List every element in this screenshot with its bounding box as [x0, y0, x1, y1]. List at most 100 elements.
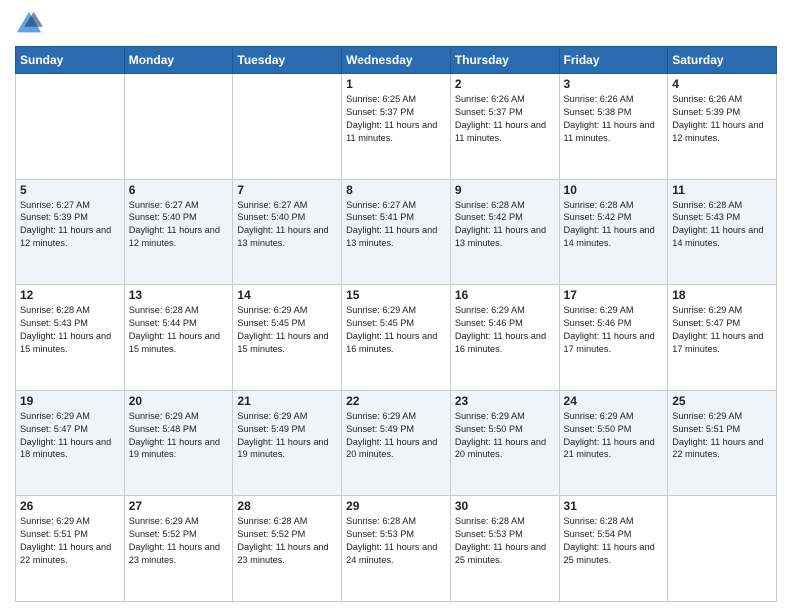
day-info: Sunrise: 6:29 AMSunset: 5:48 PMDaylight:…: [129, 410, 229, 462]
day-number: 23: [455, 394, 555, 408]
day-number: 30: [455, 499, 555, 513]
calendar-cell: 18 Sunrise: 6:29 AMSunset: 5:47 PMDayligh…: [668, 285, 777, 391]
calendar-cell: [124, 74, 233, 180]
day-info: Sunrise: 6:29 AMSunset: 5:47 PMDaylight:…: [20, 410, 120, 462]
day-number: 17: [564, 288, 664, 302]
calendar-cell: 12 Sunrise: 6:28 AMSunset: 5:43 PMDayligh…: [16, 285, 125, 391]
calendar-cell: 7 Sunrise: 6:27 AMSunset: 5:40 PMDaylight…: [233, 179, 342, 285]
calendar-cell: 14 Sunrise: 6:29 AMSunset: 5:45 PMDayligh…: [233, 285, 342, 391]
day-info: Sunrise: 6:28 AMSunset: 5:53 PMDaylight:…: [346, 515, 446, 567]
day-number: 18: [672, 288, 772, 302]
day-number: 22: [346, 394, 446, 408]
day-info: Sunrise: 6:28 AMSunset: 5:43 PMDaylight:…: [20, 304, 120, 356]
calendar-cell: [233, 74, 342, 180]
day-info: Sunrise: 6:29 AMSunset: 5:45 PMDaylight:…: [346, 304, 446, 356]
weekday-header-sunday: Sunday: [16, 47, 125, 74]
calendar-cell: 21Sunrise: 6:29 AMSunset: 5:49 PMDayligh…: [233, 390, 342, 496]
day-info: Sunrise: 6:27 AMSunset: 5:41 PMDaylight:…: [346, 199, 446, 251]
logo-icon: [15, 10, 43, 38]
calendar-cell: 29 Sunrise: 6:28 AMSunset: 5:53 PMDayligh…: [342, 496, 451, 602]
day-info: Sunrise: 6:28 AMSunset: 5:53 PMDaylight:…: [455, 515, 555, 567]
day-number: 26: [20, 499, 120, 513]
calendar-cell: 30 Sunrise: 6:28 AMSunset: 5:53 PMDayligh…: [450, 496, 559, 602]
day-info: Sunrise: 6:29 AMSunset: 5:52 PMDaylight:…: [129, 515, 229, 567]
calendar-header-row: SundayMondayTuesdayWednesdayThursdayFrid…: [16, 47, 777, 74]
day-number: 25: [672, 394, 772, 408]
calendar-week-row: 1 Sunrise: 6:25 AMSunset: 5:37 PMDaylight…: [16, 74, 777, 180]
weekday-header-thursday: Thursday: [450, 47, 559, 74]
calendar-cell: 2 Sunrise: 6:26 AMSunset: 5:37 PMDaylight…: [450, 74, 559, 180]
page: SundayMondayTuesdayWednesdayThursdayFrid…: [0, 0, 792, 612]
calendar-cell: 6Sunrise: 6:27 AMSunset: 5:40 PMDaylight…: [124, 179, 233, 285]
day-info: Sunrise: 6:29 AMSunset: 5:51 PMDaylight:…: [20, 515, 120, 567]
day-number: 3: [564, 77, 664, 91]
calendar-cell: 13 Sunrise: 6:28 AMSunset: 5:44 PMDayligh…: [124, 285, 233, 391]
day-info: Sunrise: 6:29 AMSunset: 5:50 PMDaylight:…: [455, 410, 555, 462]
calendar-cell: 24 Sunrise: 6:29 AMSunset: 5:50 PMDayligh…: [559, 390, 668, 496]
day-info: Sunrise: 6:27 AMSunset: 5:40 PMDaylight:…: [237, 199, 337, 251]
calendar-week-row: 12 Sunrise: 6:28 AMSunset: 5:43 PMDayligh…: [16, 285, 777, 391]
day-number: 5: [20, 183, 120, 197]
day-info: Sunrise: 6:26 AMSunset: 5:37 PMDaylight:…: [455, 93, 555, 145]
calendar-cell: 4 Sunrise: 6:26 AMSunset: 5:39 PMDaylight…: [668, 74, 777, 180]
calendar-cell: 3 Sunrise: 6:26 AMSunset: 5:38 PMDaylight…: [559, 74, 668, 180]
day-info: Sunrise: 6:29 AMSunset: 5:45 PMDaylight:…: [237, 304, 337, 356]
calendar-cell: 27 Sunrise: 6:29 AMSunset: 5:52 PMDayligh…: [124, 496, 233, 602]
day-number: 14: [237, 288, 337, 302]
day-info: Sunrise: 6:29 AMSunset: 5:49 PMDaylight:…: [346, 410, 446, 462]
calendar-cell: 16Sunrise: 6:29 AMSunset: 5:46 PMDayligh…: [450, 285, 559, 391]
day-number: 2: [455, 77, 555, 91]
day-number: 12: [20, 288, 120, 302]
weekday-header-monday: Monday: [124, 47, 233, 74]
calendar-cell: 25Sunrise: 6:29 AMSunset: 5:51 PMDayligh…: [668, 390, 777, 496]
calendar-cell: 20 Sunrise: 6:29 AMSunset: 5:48 PMDayligh…: [124, 390, 233, 496]
day-number: 19: [20, 394, 120, 408]
header: [15, 10, 777, 38]
day-info: Sunrise: 6:28 AMSunset: 5:54 PMDaylight:…: [564, 515, 664, 567]
day-number: 16: [455, 288, 555, 302]
day-number: 28: [237, 499, 337, 513]
day-number: 4: [672, 77, 772, 91]
day-info: Sunrise: 6:26 AMSunset: 5:39 PMDaylight:…: [672, 93, 772, 145]
calendar-cell: [668, 496, 777, 602]
calendar-table: SundayMondayTuesdayWednesdayThursdayFrid…: [15, 46, 777, 602]
weekday-header-saturday: Saturday: [668, 47, 777, 74]
weekday-header-friday: Friday: [559, 47, 668, 74]
day-info: Sunrise: 6:27 AMSunset: 5:39 PMDaylight:…: [20, 199, 120, 251]
day-number: 7: [237, 183, 337, 197]
day-number: 15: [346, 288, 446, 302]
day-info: Sunrise: 6:29 AMSunset: 5:47 PMDaylight:…: [672, 304, 772, 356]
day-number: 27: [129, 499, 229, 513]
calendar-cell: 23 Sunrise: 6:29 AMSunset: 5:50 PMDayligh…: [450, 390, 559, 496]
day-number: 24: [564, 394, 664, 408]
day-number: 13: [129, 288, 229, 302]
calendar-week-row: 19 Sunrise: 6:29 AMSunset: 5:47 PMDayligh…: [16, 390, 777, 496]
calendar-cell: 28 Sunrise: 6:28 AMSunset: 5:52 PMDayligh…: [233, 496, 342, 602]
calendar-cell: 22 Sunrise: 6:29 AMSunset: 5:49 PMDayligh…: [342, 390, 451, 496]
day-info: Sunrise: 6:28 AMSunset: 5:42 PMDaylight:…: [455, 199, 555, 251]
day-number: 10: [564, 183, 664, 197]
day-info: Sunrise: 6:29 AMSunset: 5:50 PMDaylight:…: [564, 410, 664, 462]
calendar-cell: 26 Sunrise: 6:29 AMSunset: 5:51 PMDayligh…: [16, 496, 125, 602]
day-info: Sunrise: 6:27 AMSunset: 5:40 PMDaylight:…: [129, 199, 229, 251]
day-info: Sunrise: 6:28 AMSunset: 5:44 PMDaylight:…: [129, 304, 229, 356]
day-info: Sunrise: 6:26 AMSunset: 5:38 PMDaylight:…: [564, 93, 664, 145]
weekday-header-tuesday: Tuesday: [233, 47, 342, 74]
day-info: Sunrise: 6:29 AMSunset: 5:46 PMDaylight:…: [564, 304, 664, 356]
day-number: 21: [237, 394, 337, 408]
day-info: Sunrise: 6:28 AMSunset: 5:43 PMDaylight:…: [672, 199, 772, 251]
calendar-cell: 11 Sunrise: 6:28 AMSunset: 5:43 PMDayligh…: [668, 179, 777, 285]
calendar-cell: 15 Sunrise: 6:29 AMSunset: 5:45 PMDayligh…: [342, 285, 451, 391]
day-number: 1: [346, 77, 446, 91]
day-info: Sunrise: 6:28 AMSunset: 5:52 PMDaylight:…: [237, 515, 337, 567]
calendar-cell: 19 Sunrise: 6:29 AMSunset: 5:47 PMDayligh…: [16, 390, 125, 496]
day-number: 20: [129, 394, 229, 408]
calendar-week-row: 5 Sunrise: 6:27 AMSunset: 5:39 PMDaylight…: [16, 179, 777, 285]
weekday-header-wednesday: Wednesday: [342, 47, 451, 74]
day-info: Sunrise: 6:25 AMSunset: 5:37 PMDaylight:…: [346, 93, 446, 145]
day-number: 11: [672, 183, 772, 197]
calendar-cell: [16, 74, 125, 180]
day-number: 29: [346, 499, 446, 513]
day-number: 31: [564, 499, 664, 513]
day-number: 9: [455, 183, 555, 197]
